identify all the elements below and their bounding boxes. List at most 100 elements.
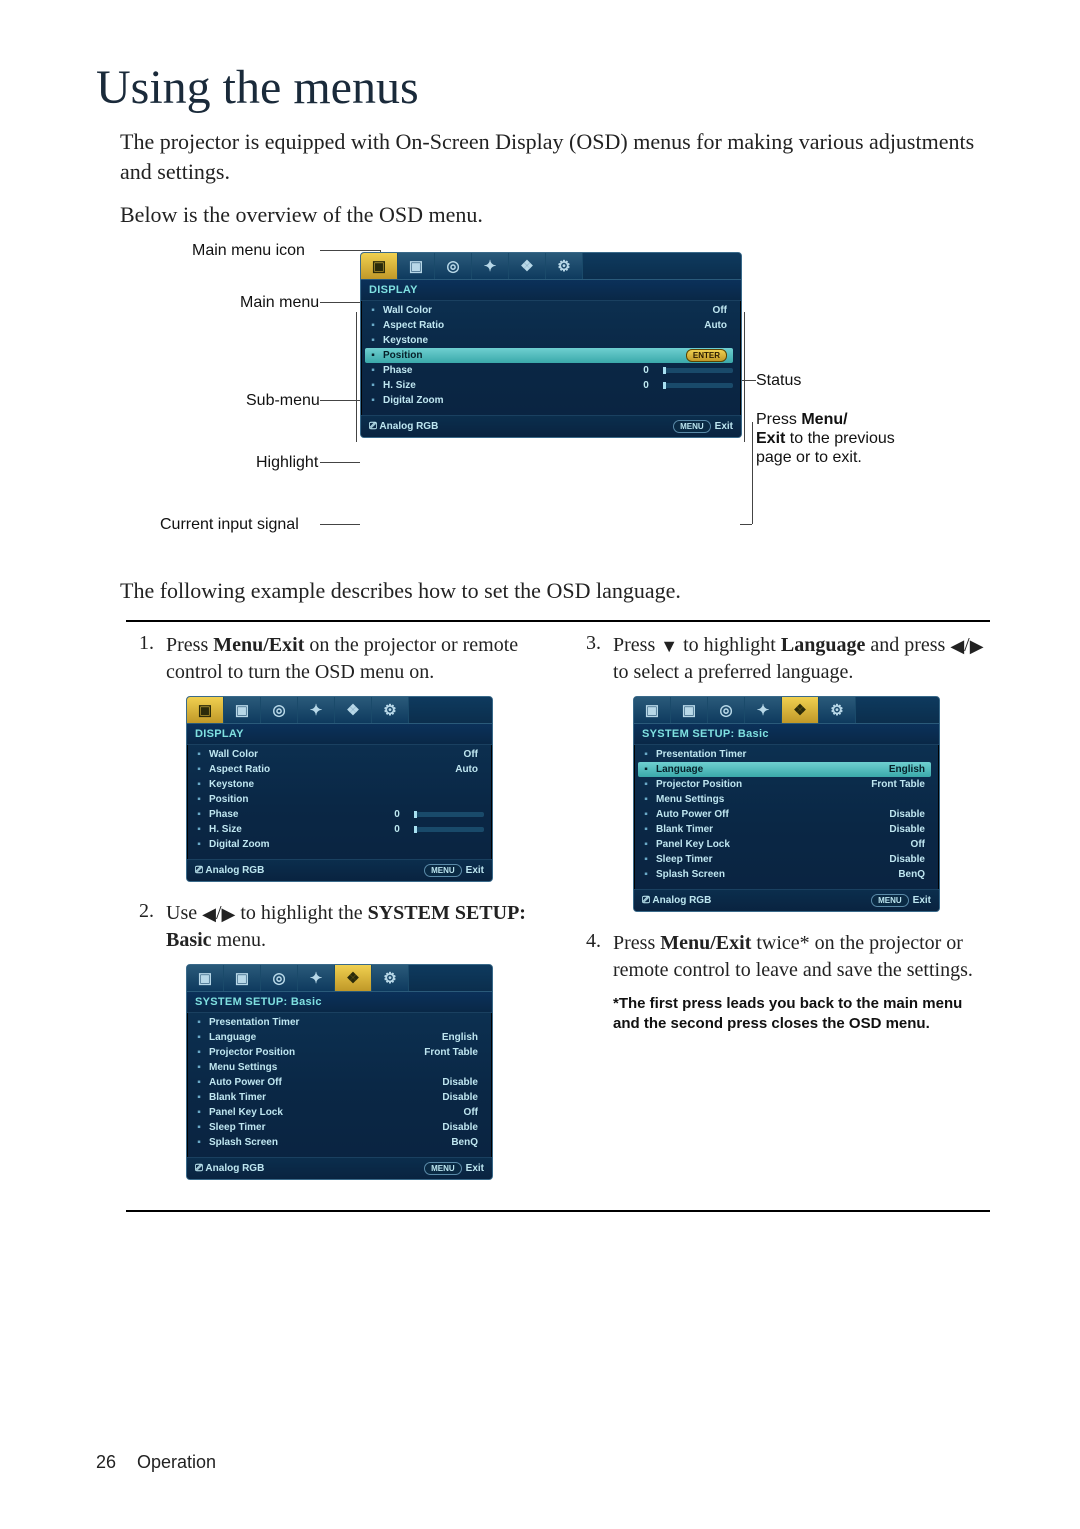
osd-row: ▪Sleep TimerDisable <box>638 852 931 867</box>
row-value: Disable <box>766 854 931 865</box>
row-value: Disable <box>319 1092 484 1103</box>
osd-tab: ⚙ <box>372 697 409 723</box>
osd-tab: ❖ <box>335 965 372 991</box>
osd-row: ▪Keystone <box>365 333 733 348</box>
osd-row: ▪Keystone <box>191 777 484 792</box>
row-label: Projector Position <box>207 1047 319 1058</box>
intro-text: The projector is equipped with On-Screen… <box>120 127 990 186</box>
row-label: Panel Key Lock <box>654 839 766 850</box>
row-icon: ▪ <box>638 854 654 865</box>
osd-input-signal: ⎚ Analog RGB <box>195 865 264 876</box>
row-label: Splash Screen <box>654 869 766 880</box>
row-value: English <box>766 764 931 775</box>
row-label: Keystone <box>207 779 319 790</box>
page-footer: 26 Operation <box>96 1452 216 1473</box>
osd-tab: ▣ <box>224 697 261 723</box>
osd-tab: ⚙ <box>819 697 856 723</box>
slider-track <box>663 383 733 388</box>
osd-menu-button: MENU <box>424 1162 462 1175</box>
row-icon: ▪ <box>365 305 381 316</box>
osd-body: ▪Wall ColorOff▪Aspect RatioAuto▪Keystone… <box>361 301 741 415</box>
arrow-left-icon: ◀ <box>950 636 964 656</box>
osd-row: ▪Projector PositionFront Table <box>638 777 931 792</box>
row-value: Disable <box>766 824 931 835</box>
row-icon: ▪ <box>365 380 381 391</box>
row-icon: ▪ <box>191 749 207 760</box>
osd-tab: ✦ <box>745 697 782 723</box>
row-label: Auto Power Off <box>207 1077 319 1088</box>
osd-system-basic-highlight: ▣ ▣ ◎ ✦ ❖ ⚙ SYSTEM SETUP: Basic ▪Present… <box>633 696 940 912</box>
osd-row: ▪Presentation Timer <box>191 1015 484 1030</box>
osd-system-basic: ▣ ▣ ◎ ✦ ❖ ⚙ SYSTEM SETUP: Basic ▪Present… <box>186 964 493 1180</box>
row-label: Menu Settings <box>207 1062 319 1073</box>
osd-row: ▪Projector PositionFront Table <box>191 1045 484 1060</box>
slider-track <box>414 812 484 817</box>
row-icon: ▪ <box>191 809 207 820</box>
step-4-text: Press Menu/Exit twice* on the projector … <box>613 930 990 984</box>
label-highlight: Highlight <box>256 454 318 472</box>
row-icon: ▪ <box>191 1107 207 1118</box>
row-icon: ▪ <box>638 749 654 760</box>
osd-tab-3: ◎ <box>435 253 472 279</box>
osd-menu-title: SYSTEM SETUP: Basic <box>634 724 939 745</box>
arrow-right-icon: ▶ <box>222 904 236 924</box>
osd-tab: ▣ <box>671 697 708 723</box>
row-label: Sleep Timer <box>207 1122 319 1133</box>
osd-row: ▪Auto Power OffDisable <box>191 1075 484 1090</box>
row-icon: ▪ <box>191 1077 207 1088</box>
row-icon: ▪ <box>191 1092 207 1103</box>
row-icon: ▪ <box>191 839 207 850</box>
osd-display-big: ▣ ▣ ◎ ✦ ❖ ⚙ DISPLAY ▪Wall ColorOff▪Aspec… <box>360 252 742 438</box>
step-3-text: Press ▼ to highlight Language and press … <box>613 632 990 686</box>
below-text: Below is the overview of the OSD menu. <box>120 200 990 230</box>
row-icon: ▪ <box>638 839 654 850</box>
osd-row: ▪Digital Zoom <box>191 837 484 852</box>
osd-row: ▪LanguageEnglish <box>191 1030 484 1045</box>
row-value: Disable <box>319 1077 484 1088</box>
step-4-note: *The first press leads you back to the m… <box>613 994 990 1035</box>
row-icon: ▪ <box>191 1017 207 1028</box>
label-status: Status <box>756 372 801 390</box>
osd-tab: ▣ <box>224 965 261 991</box>
row-label: H. Size <box>207 824 319 835</box>
osd-tab-6: ⚙ <box>546 253 583 279</box>
osd-tab: ⚙ <box>372 965 409 991</box>
row-label: Aspect Ratio <box>207 764 319 775</box>
osd-row: ▪Menu Settings <box>638 792 931 807</box>
row-icon: ▪ <box>191 1122 207 1133</box>
osd-menu-title: DISPLAY <box>361 280 741 301</box>
row-icon: ▪ <box>638 764 654 775</box>
page-number: 26 <box>96 1452 132 1473</box>
osd-tab: ◎ <box>261 965 298 991</box>
label-press-menu-exit: Press Menu/Exit to the previous page or … <box>756 410 916 468</box>
section-name: Operation <box>137 1452 216 1472</box>
osd-tab: ◎ <box>708 697 745 723</box>
osd-tab: ▣ <box>187 697 224 723</box>
osd-row: ▪Wall ColorOff <box>365 303 733 318</box>
row-icon: ▪ <box>191 1032 207 1043</box>
osd-row: ▪Aspect RatioAuto <box>191 762 484 777</box>
osd-row: ▪Splash ScreenBenQ <box>191 1135 484 1150</box>
row-label: Aspect Ratio <box>381 320 493 331</box>
step-1-number: 1. <box>126 632 154 686</box>
osd-menu-title: SYSTEM SETUP: Basic <box>187 992 492 1013</box>
row-label: Blank Timer <box>654 824 766 835</box>
row-label: Menu Settings <box>654 794 766 805</box>
osd-tab: ▣ <box>187 965 224 991</box>
row-icon: ▪ <box>365 320 381 331</box>
row-label: Auto Power Off <box>654 809 766 820</box>
row-label: Language <box>654 764 766 775</box>
row-label: Presentation Timer <box>654 749 766 760</box>
row-label: Position <box>381 350 493 361</box>
row-icon: ▪ <box>638 824 654 835</box>
row-value: Front Table <box>319 1047 484 1058</box>
row-label: Wall Color <box>207 749 319 760</box>
osd-row: ▪Blank TimerDisable <box>191 1090 484 1105</box>
osd-input-signal: ⎚ Analog RGB <box>642 895 711 906</box>
row-icon: ▪ <box>638 809 654 820</box>
slider-track <box>663 368 733 373</box>
osd-row: ▪Phase0 <box>365 363 733 378</box>
osd-menu-button: MENU <box>673 420 711 433</box>
label-current-input: Current input signal <box>160 516 299 534</box>
row-icon: ▪ <box>638 779 654 790</box>
